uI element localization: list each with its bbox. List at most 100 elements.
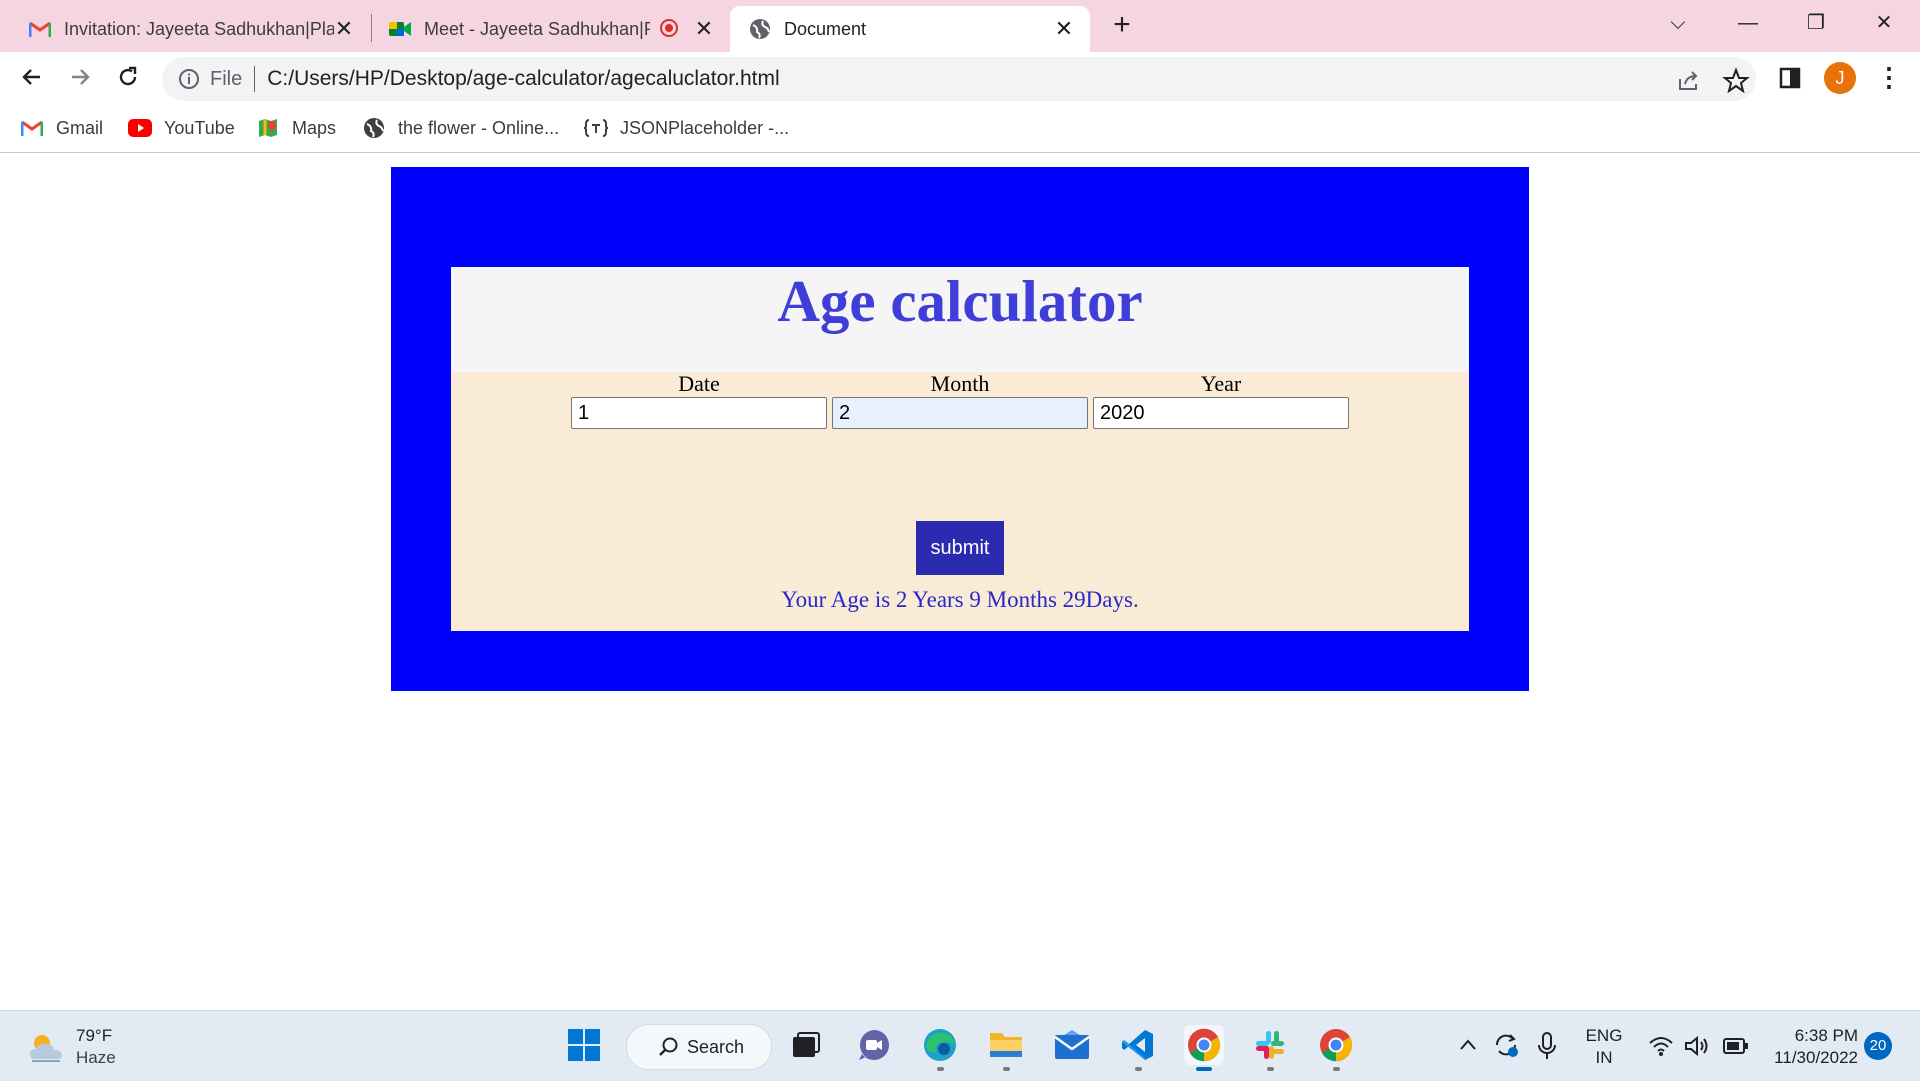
page-title: Age calculator (777, 268, 1143, 334)
close-window-button[interactable]: ✕ (1862, 8, 1906, 38)
bookmark-star-icon[interactable] (1722, 67, 1750, 95)
search-label: Search (687, 1036, 745, 1057)
forward-arrow-icon (72, 69, 90, 85)
maps-icon (256, 116, 280, 140)
month-input[interactable] (832, 397, 1088, 429)
gmail-icon (20, 116, 44, 140)
taskbar-chrome-active[interactable] (1184, 1025, 1224, 1071)
globe-icon (748, 17, 772, 41)
windows-taskbar: 79°F Haze Search ENG IN 6:38 PM 11/30/20… (0, 1010, 1920, 1081)
taskbar-teams-chat[interactable] (854, 1025, 894, 1065)
sync-icon[interactable] (1492, 1031, 1520, 1059)
reload-button[interactable] (110, 62, 146, 98)
year-field-group: Year (1093, 371, 1349, 429)
running-indicator (1003, 1067, 1010, 1071)
month-field-group: Month (832, 371, 1088, 429)
taskbar-slack[interactable] (1250, 1025, 1290, 1071)
chevron-up-icon[interactable] (1458, 1037, 1478, 1053)
bookmark-jsonplaceholder[interactable]: JSONPlaceholder -... (584, 114, 789, 142)
bookmark-label: YouTube (164, 117, 235, 138)
wifi-icon[interactable] (1648, 1035, 1674, 1057)
battery-icon[interactable] (1722, 1036, 1750, 1056)
bookmark-maps[interactable]: Maps (256, 114, 336, 142)
tab-title: Document (784, 18, 867, 39)
chrome-icon (1320, 1029, 1353, 1062)
back-arrow-icon (22, 69, 40, 85)
taskbar-mail[interactable] (1052, 1025, 1092, 1065)
date-input[interactable] (571, 397, 827, 429)
tab-title: Meet - Jayeeta Sadhukhan|Pl (424, 18, 650, 39)
bookmark-label: Gmail (56, 117, 104, 138)
slack-icon (1256, 1031, 1284, 1059)
new-tab-button[interactable]: + (1106, 10, 1138, 42)
keyboard-region: IN (1595, 1048, 1613, 1067)
address-bar[interactable]: File C:/Users/HP/Desktop/age-calculator/… (162, 57, 1756, 101)
age-calculator-card: Age calculator Date Month Year submit Yo… (451, 267, 1469, 631)
language-code: ENG (1585, 1026, 1623, 1045)
info-icon[interactable] (178, 68, 200, 90)
notification-count-badge[interactable]: 20 (1864, 1032, 1892, 1060)
file-explorer-icon (990, 1033, 1022, 1057)
teams-chat-icon (859, 1030, 889, 1060)
haze-weather-icon (30, 1035, 62, 1062)
restore-button[interactable]: ❐ (1794, 8, 1838, 38)
reload-icon (119, 66, 137, 86)
google-meet-icon (388, 17, 412, 41)
mail-icon (1054, 1030, 1090, 1059)
month-label: Month (930, 371, 990, 396)
share-icon[interactable] (1674, 67, 1702, 95)
more-menu-icon[interactable]: ⋮ (1876, 62, 1902, 94)
bookmark-label: JSONPlaceholder -... (620, 117, 790, 138)
task-view-icon (793, 1032, 820, 1057)
back-button[interactable] (14, 62, 50, 98)
tab-search-dropdown-icon[interactable]: ⌵ (1656, 8, 1700, 38)
close-tab-icon[interactable]: ✕ (1052, 17, 1076, 41)
age-result: Your Age is 2 Years 9 Months 29Days. (781, 587, 1139, 612)
edge-icon (924, 1029, 956, 1061)
clock-date: 11/30/2022 (1774, 1048, 1858, 1067)
active-indicator (1196, 1067, 1212, 1071)
close-tab-icon[interactable]: ✕ (692, 17, 716, 41)
side-panel-icon[interactable] (1774, 62, 1806, 94)
bookmark-the-flower[interactable]: the flower - Online... (362, 114, 559, 142)
bookmarks-bar: Gmail YouTube Maps the flower - Online..… (0, 104, 1920, 153)
minimize-button[interactable]: — (1726, 8, 1770, 38)
taskbar-vscode[interactable] (1118, 1025, 1158, 1071)
taskbar-file-explorer[interactable] (986, 1025, 1026, 1071)
microphone-icon[interactable] (1536, 1031, 1558, 1061)
weather-temperature: 79°F (76, 1026, 113, 1045)
submit-button[interactable]: submit (916, 521, 1004, 575)
language-indicator[interactable]: ENG IN (1582, 1025, 1626, 1069)
bookmark-label: Maps (292, 117, 337, 138)
bookmark-gmail[interactable]: Gmail (20, 114, 103, 142)
tab-invitation[interactable]: Invitation: Jayeeta Sadhukhan|Pla ✕ (0, 6, 370, 52)
taskbar-search[interactable]: Search (626, 1024, 772, 1070)
recording-icon (660, 19, 678, 37)
forward-button[interactable] (62, 62, 98, 98)
bookmark-youtube[interactable]: YouTube (128, 114, 235, 142)
tab-document[interactable]: Document ✕ (730, 6, 1090, 52)
windows-start-icon (568, 1029, 600, 1061)
running-indicator (937, 1067, 944, 1071)
taskbar-edge[interactable] (920, 1025, 960, 1071)
url-text[interactable]: C:/Users/HP/Desktop/age-calculator/ageca… (267, 67, 779, 91)
clock[interactable]: 6:38 PM 11/30/2022 (1762, 1025, 1858, 1069)
volume-icon[interactable] (1684, 1035, 1710, 1057)
profile-avatar[interactable]: J (1824, 62, 1856, 94)
browser-toolbar: File C:/Users/HP/Desktop/age-calculator/… (0, 52, 1920, 104)
start-button[interactable] (564, 1025, 604, 1065)
gmail-icon (28, 17, 52, 41)
clock-time: 6:38 PM (1794, 1026, 1858, 1045)
close-tab-icon[interactable]: ✕ (332, 17, 356, 41)
taskbar-chrome-profile[interactable] (1316, 1025, 1356, 1071)
card-header: Age calculator (451, 267, 1469, 372)
running-indicator (1267, 1067, 1274, 1071)
date-label: Date (678, 371, 720, 396)
bookmark-label: the flower - Online... (398, 117, 560, 138)
date-field-group: Date (571, 371, 827, 429)
year-input[interactable] (1093, 397, 1349, 429)
tab-meet[interactable]: Meet - Jayeeta Sadhukhan|Pl ✕ (360, 6, 730, 52)
weather-widget[interactable]: 79°F Haze (26, 1025, 116, 1069)
taskbar-task-view[interactable] (786, 1025, 826, 1065)
age-calculator-container: Age calculator Date Month Year submit Yo… (391, 167, 1529, 691)
